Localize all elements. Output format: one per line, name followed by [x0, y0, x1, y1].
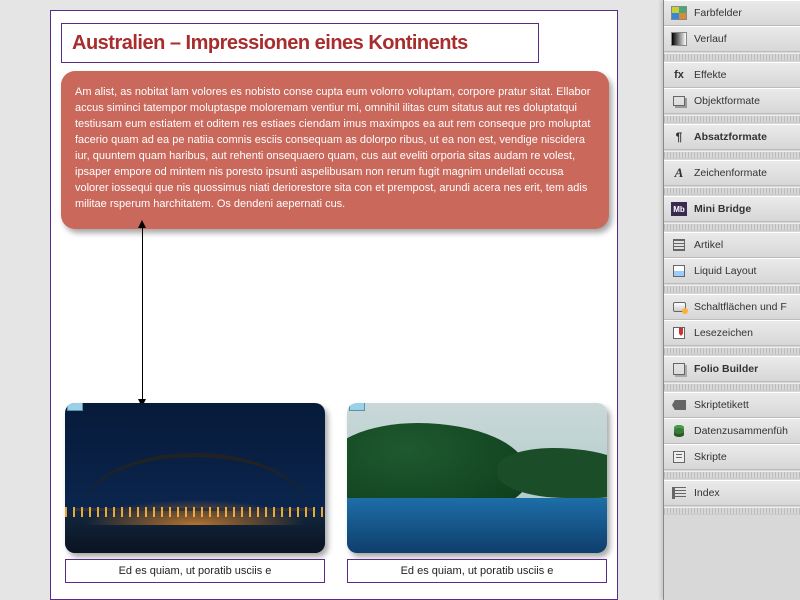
panel-label: Zeichenformate [694, 167, 767, 179]
document-page[interactable]: Australien – Impressionen eines Kontinen… [50, 10, 618, 600]
panel-icon: fx [670, 67, 688, 83]
panel-item-objektformate[interactable]: Objektformate [664, 88, 800, 114]
panel-label: Liquid Layout [694, 265, 756, 277]
i-db-icon [670, 423, 688, 439]
panel-label: Effekte [694, 69, 727, 81]
panel-icon: ¶ [670, 129, 688, 145]
caption-text-2: Ed es quiam, ut poratib usciis e [401, 565, 554, 577]
i-gradient-icon [670, 31, 688, 47]
i-script-icon [670, 449, 688, 465]
i-btn-icon [670, 299, 688, 315]
image-frame-2[interactable] [347, 403, 607, 553]
panel-item-farbfelder[interactable]: Farbfelder [664, 0, 800, 26]
panel-icon: A [670, 165, 688, 181]
panel-label: Folio Builder [694, 363, 758, 375]
panel-item-skriptetikett[interactable]: Skriptetikett [664, 392, 800, 418]
panel-grip[interactable] [664, 347, 800, 355]
panel-item-datenzusammenf-h[interactable]: Datenzusammenfüh [664, 418, 800, 444]
panel-item-lesezeichen[interactable]: Lesezeichen [664, 320, 800, 346]
panel-item-mini-bridge[interactable]: Mb Mini Bridge [664, 196, 800, 222]
caption-frame-1[interactable]: Ed es quiam, ut poratib usciis e [65, 559, 325, 583]
spacing-arrow [142, 226, 143, 401]
panel-label: Skripte [694, 451, 727, 463]
panel-icon: Mb [670, 201, 688, 217]
panel-item-absatzformate[interactable]: ¶ Absatzformate [664, 124, 800, 150]
panel-label: Verlauf [694, 33, 727, 45]
image-frame-1[interactable] [65, 403, 325, 553]
panel-label: Absatzformate [694, 131, 767, 143]
frame-marker-icon [67, 403, 83, 411]
panel-grip[interactable] [664, 223, 800, 231]
i-index-icon [670, 485, 688, 501]
i-obj-icon [670, 93, 688, 109]
i-article-icon [670, 237, 688, 253]
panel-item-schaltfl-chen-und-f[interactable]: Schaltflächen und F [664, 294, 800, 320]
frame-marker-icon [349, 403, 365, 411]
panel-label: Farbfelder [694, 7, 742, 19]
panel-item-index[interactable]: Index [664, 480, 800, 506]
workspace: Australien – Impressionen eines Kontinen… [0, 0, 800, 600]
page-title: Australien – Impressionen eines Kontinen… [72, 32, 468, 55]
panel-grip[interactable] [664, 53, 800, 61]
panel-item-artikel[interactable]: Artikel [664, 232, 800, 258]
panel-grip[interactable] [664, 187, 800, 195]
panel-label: Datenzusammenfüh [694, 425, 788, 437]
canvas-area[interactable]: Australien – Impressionen eines Kontinen… [0, 0, 663, 600]
panel-label: Schaltflächen und F [694, 301, 787, 313]
panel-grip[interactable] [664, 285, 800, 293]
panel-item-zeichenformate[interactable]: A Zeichenformate [664, 160, 800, 186]
panel-label: Skriptetikett [694, 399, 749, 411]
panel-label: Lesezeichen [694, 327, 753, 339]
panel-item-effekte[interactable]: fx Effekte [664, 62, 800, 88]
i-bookmark-icon [670, 325, 688, 341]
panel-label: Artikel [694, 239, 723, 251]
caption-frame-2[interactable]: Ed es quiam, ut poratib usciis e [347, 559, 607, 583]
panel-grip[interactable] [664, 383, 800, 391]
panel-grip[interactable] [664, 151, 800, 159]
panel-item-verlauf[interactable]: Verlauf [664, 26, 800, 52]
panel-item-folio-builder[interactable]: Folio Builder [664, 356, 800, 382]
panel-label: Index [694, 487, 720, 499]
intro-text: Am alist, as nobitat lam volores es nobi… [75, 85, 595, 213]
i-folio-icon [670, 361, 688, 377]
i-liquid-icon [670, 263, 688, 279]
panel-grip[interactable] [664, 507, 800, 515]
panel-label: Mini Bridge [694, 203, 751, 215]
panel-grip[interactable] [664, 115, 800, 123]
panel-grip[interactable] [664, 471, 800, 479]
panel-item-skripte[interactable]: Skripte [664, 444, 800, 470]
i-swatches-icon [670, 5, 688, 21]
intro-frame[interactable]: Am alist, as nobitat lam volores es nobi… [61, 71, 609, 229]
panel-label: Objektformate [694, 95, 760, 107]
panel-dock: Farbfelder Verlauf fx Effekte Objektformate ¶… [663, 0, 800, 600]
caption-text-1: Ed es quiam, ut poratib usciis e [119, 565, 272, 577]
i-tag-icon [670, 397, 688, 413]
title-frame[interactable]: Australien – Impressionen eines Kontinen… [61, 23, 539, 63]
panel-item-liquid-layout[interactable]: Liquid Layout [664, 258, 800, 284]
